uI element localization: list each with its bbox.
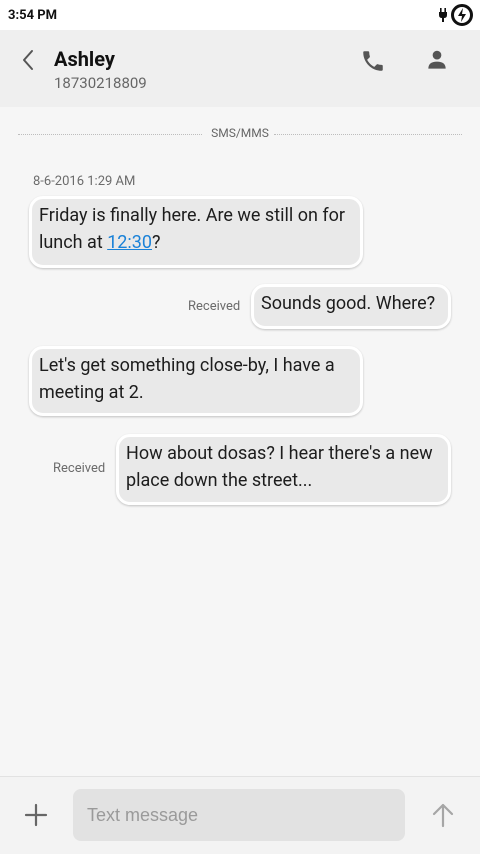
message-bubble-incoming[interactable]: Let's get something close-by, I have a m… [29, 346, 363, 416]
text-message-input[interactable] [73, 789, 405, 841]
battery-charging-icon [451, 4, 473, 26]
time-link[interactable]: 12:30 [107, 232, 152, 253]
sms-mms-divider: SMS/MMS [18, 126, 462, 144]
phone-icon [363, 51, 383, 71]
divider-label: SMS/MMS [211, 126, 269, 140]
back-arrow-icon [23, 50, 33, 70]
message-composer [0, 776, 480, 854]
add-attachment-button[interactable] [20, 799, 52, 831]
divider-line-right [274, 134, 462, 135]
status-bar: 3:54 PM [0, 0, 480, 30]
contact-details-button[interactable] [424, 47, 450, 73]
delivery-status: Received [188, 299, 241, 314]
person-icon [428, 50, 446, 69]
message-text: Sounds good. Where? [261, 293, 436, 314]
message-bubble-outgoing[interactable]: Sounds good. Where? [251, 284, 451, 329]
back-button[interactable] [16, 46, 40, 74]
call-button[interactable] [360, 48, 386, 74]
delivery-status: Received [53, 461, 106, 476]
status-time: 3:54 PM [8, 7, 58, 23]
message-text-end: ? [152, 232, 161, 253]
contact-number: 18730218809 [54, 74, 147, 92]
message-bubble-incoming[interactable]: Friday is finally here. Are we still on … [29, 196, 363, 268]
add-icon [24, 803, 48, 827]
send-button[interactable] [427, 799, 459, 831]
send-arrow-icon [432, 803, 454, 828]
message-text: Friday is finally here. Are we still on … [39, 205, 345, 253]
message-bubble-outgoing[interactable]: How about dosas? I hear there's a new pl… [116, 434, 451, 505]
status-icons [438, 3, 474, 27]
message-timestamp: 8-6-2016 1:29 AM [33, 174, 136, 189]
message-text: Let's get something close-by, I have a m… [39, 355, 335, 403]
charging-plug-icon [439, 8, 447, 22]
contact-name: Ashley [54, 47, 115, 71]
message-text: How about dosas? I hear there's a new pl… [126, 443, 433, 491]
conversation-header: Ashley 18730218809 [0, 30, 480, 107]
